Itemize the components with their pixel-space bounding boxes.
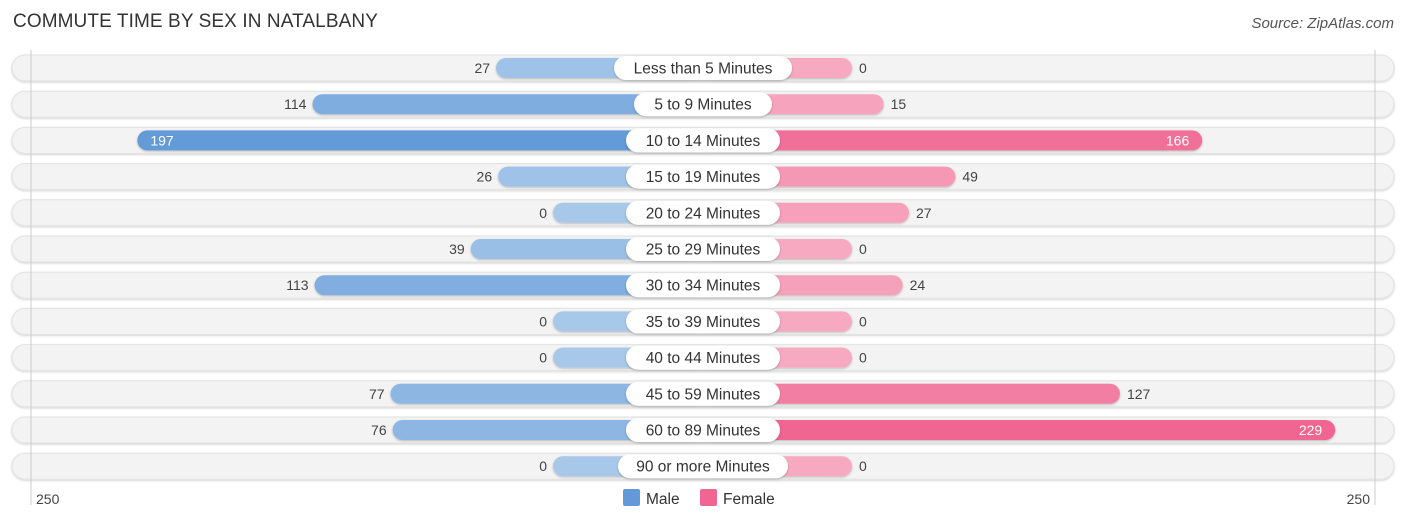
value-label-male: 197: [150, 132, 174, 148]
category-label: 35 to 39 Minutes: [646, 314, 761, 331]
legend-swatch-female: [700, 489, 717, 506]
axis-label-left: 250: [36, 491, 60, 507]
value-label-male: 76: [371, 422, 387, 438]
value-label-male: 77: [369, 386, 385, 402]
category-label: 40 to 44 Minutes: [646, 350, 761, 367]
value-label-male: 0: [539, 313, 547, 329]
commute-chart: Less than 5 Minutes 27 0 5 to 9 Minutes 114 1…: [11, 50, 1395, 508]
value-label-female: 0: [859, 60, 867, 76]
value-label-female: 0: [859, 350, 867, 366]
category-label: 15 to 19 Minutes: [646, 169, 761, 186]
legend: Male Female: [623, 489, 775, 508]
chart-row: 45 to 59 Minutes 77 127: [11, 380, 1395, 408]
chart-row: 90 or more Minutes 0 0: [11, 452, 1395, 480]
bar-male: [137, 130, 703, 151]
category-label: 45 to 59 Minutes: [646, 386, 761, 403]
rows-layer: Less than 5 Minutes 27 0 5 to 9 Minutes 114 1…: [11, 54, 1395, 480]
chart-row: 20 to 24 Minutes 0 27: [11, 199, 1395, 227]
chart-row: 30 to 34 Minutes 113 24: [11, 271, 1395, 299]
value-label-female: 15: [891, 96, 907, 112]
bar-female: [703, 420, 1336, 440]
legend-swatch-male: [623, 489, 640, 506]
chart-row: 25 to 29 Minutes 39 0: [11, 235, 1395, 263]
category-label: Less than 5 Minutes: [634, 61, 773, 78]
value-label-male: 113: [286, 277, 309, 293]
value-label-female: 127: [1127, 386, 1151, 402]
category-label: 20 to 24 Minutes: [646, 205, 761, 222]
chart-row: 15 to 19 Minutes 26 49: [11, 163, 1395, 191]
chart-row: 40 to 44 Minutes 0 0: [11, 344, 1395, 372]
axis-label-right: 250: [1347, 491, 1371, 507]
value-label-female: 27: [916, 205, 932, 221]
chart-row: Less than 5 Minutes 27 0: [11, 54, 1395, 82]
value-label-female: 24: [910, 277, 926, 293]
category-label: 25 to 29 Minutes: [646, 242, 761, 259]
value-label-male: 39: [449, 241, 465, 257]
legend-label-female: Female: [723, 491, 775, 508]
category-label: 30 to 34 Minutes: [646, 278, 761, 295]
value-label-female: 0: [859, 241, 867, 257]
value-label-male: 27: [474, 60, 490, 76]
chart-row: 10 to 14 Minutes 197 166: [11, 126, 1395, 154]
category-label: 5 to 9 Minutes: [654, 97, 752, 114]
value-label-male: 0: [539, 350, 547, 366]
value-label-female: 166: [1166, 132, 1190, 148]
value-label-male: 0: [539, 205, 547, 221]
value-label-male: 26: [477, 169, 493, 185]
value-label-female: 229: [1299, 422, 1323, 438]
chart-row: 5 to 9 Minutes 114 15: [11, 90, 1395, 118]
category-label: 60 to 89 Minutes: [646, 423, 761, 440]
chart-row: 60 to 89 Minutes 76 229: [11, 416, 1395, 444]
value-label-female: 0: [859, 313, 867, 329]
legend-label-male: Male: [646, 491, 680, 508]
category-label: 90 or more Minutes: [636, 459, 770, 476]
value-label-female: 0: [859, 458, 867, 474]
value-label-female: 49: [962, 169, 978, 185]
value-label-male: 114: [284, 96, 307, 112]
chart-row: 35 to 39 Minutes 0 0: [11, 307, 1395, 335]
value-label-male: 0: [539, 458, 547, 474]
category-label: 10 to 14 Minutes: [646, 133, 761, 150]
